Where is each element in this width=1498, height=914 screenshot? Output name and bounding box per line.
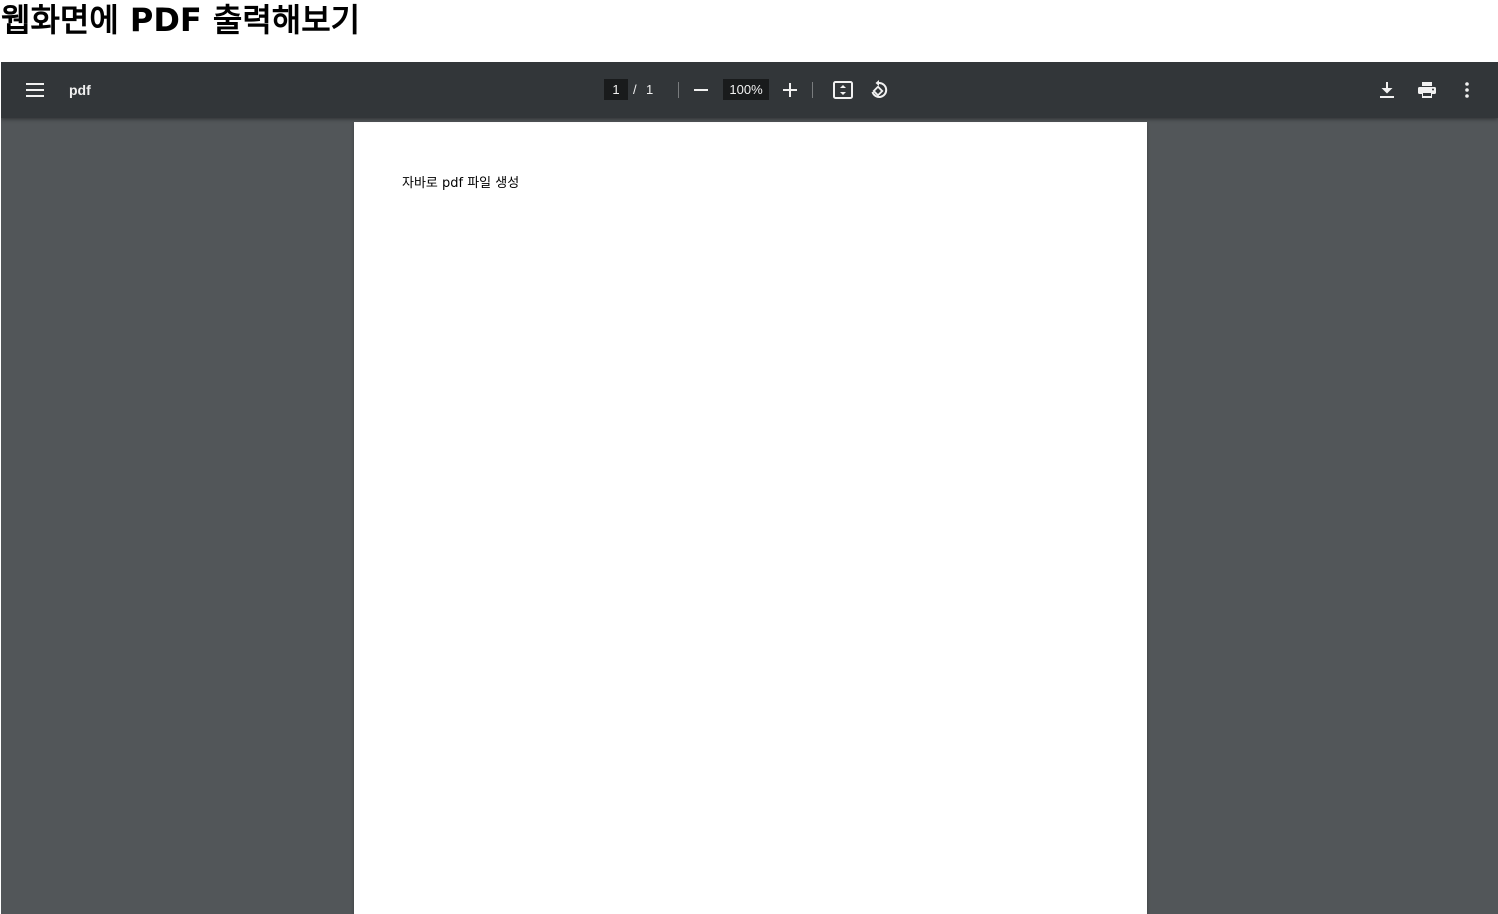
toolbar-divider bbox=[812, 82, 813, 98]
pdf-page-text: 자바로 pdf 파일 생성 bbox=[402, 176, 520, 191]
document-title: pdf bbox=[69, 82, 91, 98]
fit-to-page-icon bbox=[833, 81, 853, 99]
page-total: 1 bbox=[646, 82, 654, 97]
page-number-input[interactable] bbox=[604, 79, 628, 100]
print-button[interactable] bbox=[1411, 74, 1443, 106]
pdf-viewer: pdf / 1 bbox=[1, 62, 1498, 914]
rotate-button[interactable] bbox=[863, 74, 895, 106]
plus-icon bbox=[783, 83, 797, 97]
zoom-level-input[interactable] bbox=[723, 79, 769, 100]
rotate-icon bbox=[869, 80, 889, 100]
download-button[interactable] bbox=[1371, 74, 1403, 106]
menu-button[interactable] bbox=[19, 74, 51, 106]
download-icon bbox=[1380, 82, 1394, 98]
page-heading: 웹화면에 PDF 출력해보기 bbox=[1, 1, 361, 39]
zoom-out-button[interactable] bbox=[685, 74, 717, 106]
minus-icon bbox=[694, 83, 708, 97]
fit-to-page-button[interactable] bbox=[827, 74, 859, 106]
pdf-page: 자바로 pdf 파일 생성 bbox=[354, 122, 1147, 914]
more-options-button[interactable] bbox=[1451, 74, 1483, 106]
pdf-toolbar: pdf / 1 bbox=[1, 62, 1498, 118]
print-icon bbox=[1418, 82, 1436, 98]
zoom-in-button[interactable] bbox=[774, 74, 806, 106]
more-vertical-icon bbox=[1465, 82, 1469, 98]
hamburger-menu-icon bbox=[26, 83, 44, 97]
page-separator: / bbox=[633, 82, 637, 97]
toolbar-divider bbox=[678, 82, 679, 98]
